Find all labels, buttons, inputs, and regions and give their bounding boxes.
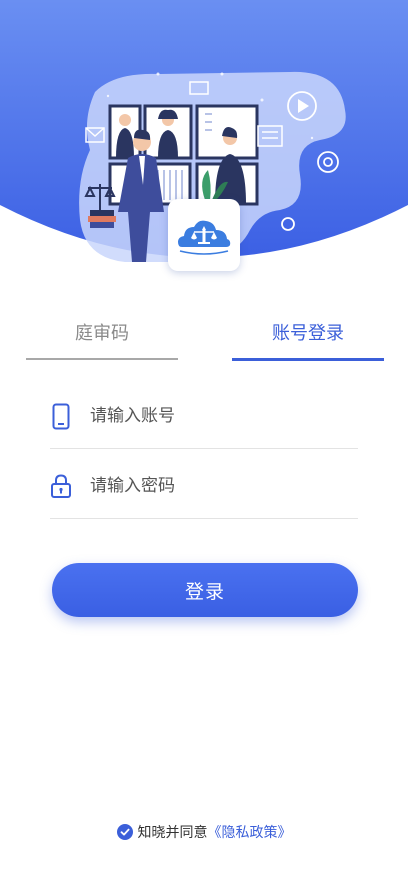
login-tabs: 庭审码 账号登录 bbox=[26, 306, 384, 361]
agreement-text: 知晓并同意 bbox=[137, 825, 208, 841]
lock-icon bbox=[50, 472, 72, 500]
password-field bbox=[50, 458, 358, 519]
privacy-policy-link[interactable]: 《隐私政策》 bbox=[208, 822, 292, 842]
tab-court-code-underline bbox=[26, 358, 178, 360]
login-page: 庭审码 账号登录 登录 bbox=[0, 0, 408, 883]
account-field bbox=[50, 388, 358, 449]
tab-account-login-underline bbox=[232, 357, 384, 361]
court-logo-icon bbox=[168, 199, 240, 271]
check-circle-icon[interactable] bbox=[116, 824, 133, 840]
account-input[interactable] bbox=[90, 400, 350, 432]
phone-icon bbox=[50, 402, 72, 430]
password-input[interactable] bbox=[90, 470, 350, 502]
tab-account-login[interactable]: 账号登录 bbox=[232, 306, 384, 358]
privacy-agreement: 知晓并同意 《隐私政策》 bbox=[0, 820, 408, 844]
login-button[interactable]: 登录 bbox=[52, 563, 358, 617]
hero-banner bbox=[0, 0, 408, 300]
tab-court-code[interactable]: 庭审码 bbox=[26, 306, 178, 358]
